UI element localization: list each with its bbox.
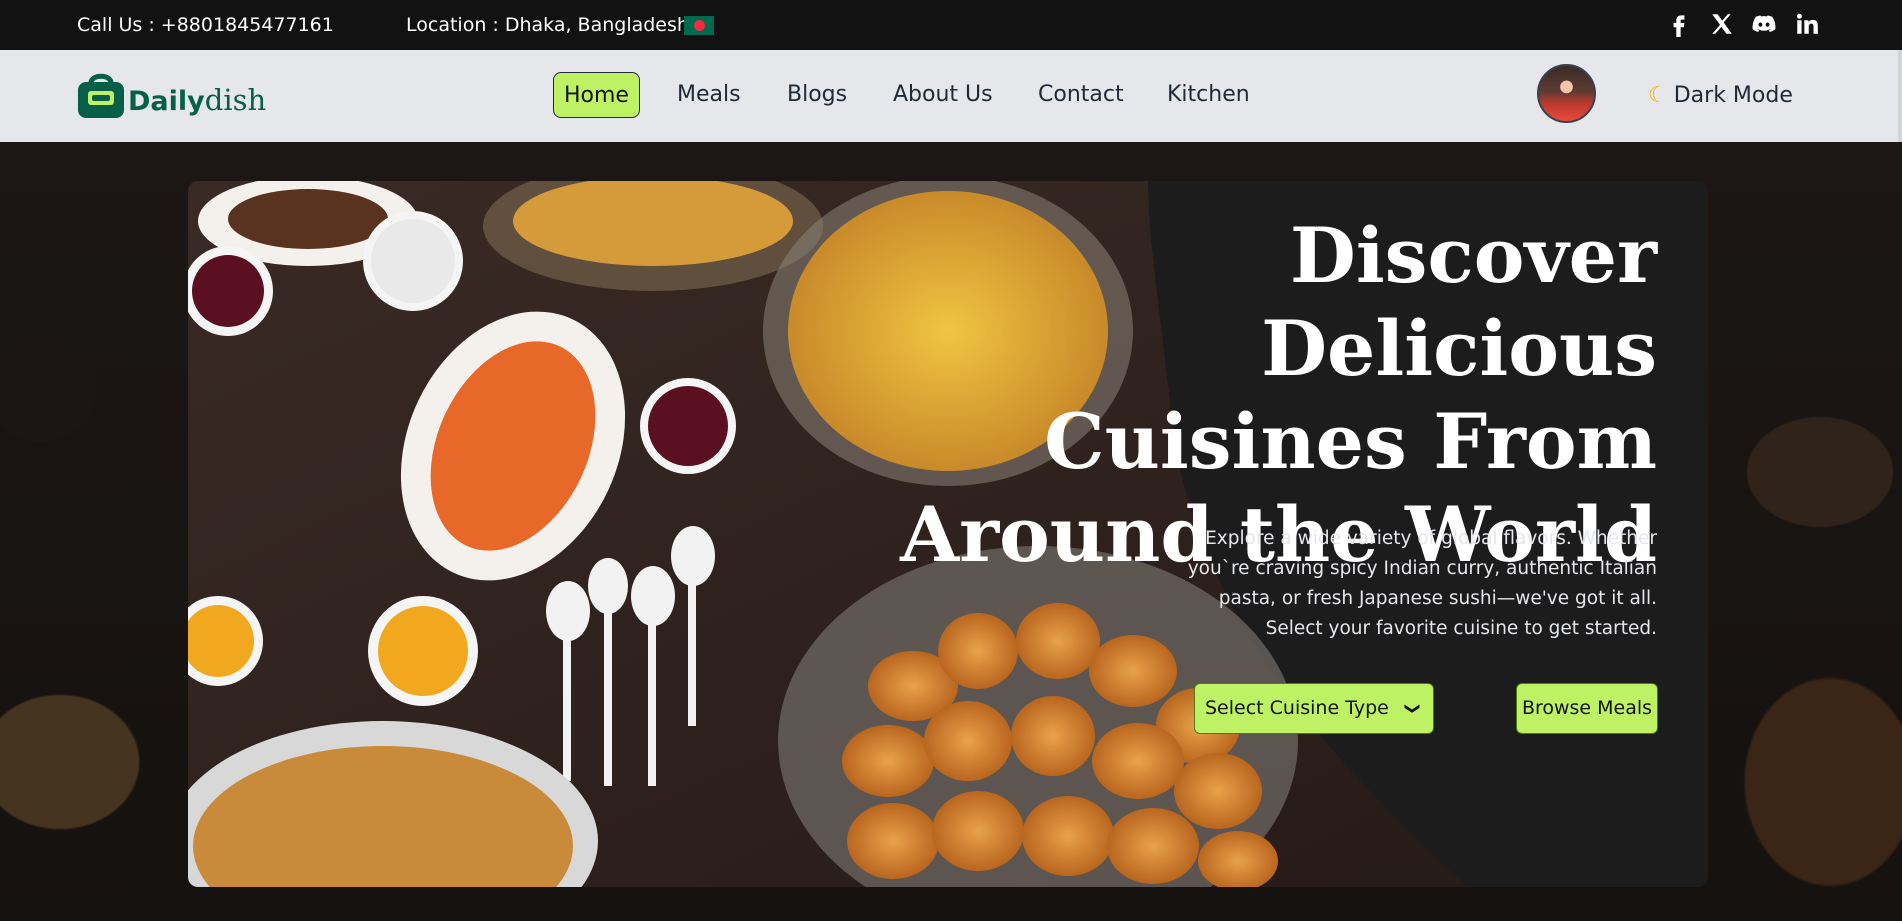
top-info-bar: Call Us : +8801845477161 Location : Dhak…: [0, 0, 1902, 50]
brand-name: Dailydish: [128, 83, 266, 117]
hero-description: Explore a wide variety of global flavors…: [1187, 528, 1657, 639]
nav-home[interactable]: Home: [553, 72, 640, 118]
location-text: Location : Dhaka, Bangladesh: [406, 14, 689, 36]
hero-banner: Discover Delicious Cuisines From Around …: [188, 181, 1708, 887]
dark-mode-toggle[interactable]: ☾ Dark Mode: [1648, 83, 1793, 108]
main-navbar: Dailydish Home Meals Blogs About Us Cont…: [0, 50, 1902, 142]
shopping-bag-icon: [78, 73, 124, 118]
cuisine-select-label: Select Cuisine Type: [1205, 697, 1389, 719]
browse-meals-button[interactable]: Browse Meals: [1516, 683, 1658, 734]
nav-blogs[interactable]: Blogs: [787, 72, 847, 118]
moon-icon: ☾: [1648, 83, 1668, 108]
nav-meals[interactable]: Meals: [677, 72, 741, 118]
dailydish-logo[interactable]: Dailydish: [76, 71, 276, 123]
linkedin-icon[interactable]: [1794, 11, 1820, 37]
chevron-down-icon: ❯: [1404, 702, 1423, 715]
x-icon[interactable]: [1709, 11, 1735, 37]
dark-mode-label: Dark Mode: [1673, 83, 1793, 108]
discord-icon[interactable]: [1751, 11, 1777, 37]
brand-name-rest: dish: [204, 83, 267, 117]
user-avatar[interactable]: [1537, 64, 1596, 123]
nav-contact[interactable]: Contact: [1038, 72, 1124, 118]
bangladesh-flag-icon: [684, 16, 714, 35]
facebook-icon[interactable]: [1666, 11, 1692, 37]
brand-name-bold: Daily: [128, 86, 205, 117]
nav-about-us[interactable]: About Us: [893, 72, 993, 118]
nav-kitchen[interactable]: Kitchen: [1167, 72, 1250, 118]
call-us-text: Call Us : +8801845477161: [77, 14, 334, 36]
cuisine-type-select[interactable]: Select Cuisine Type ❯: [1194, 683, 1434, 734]
